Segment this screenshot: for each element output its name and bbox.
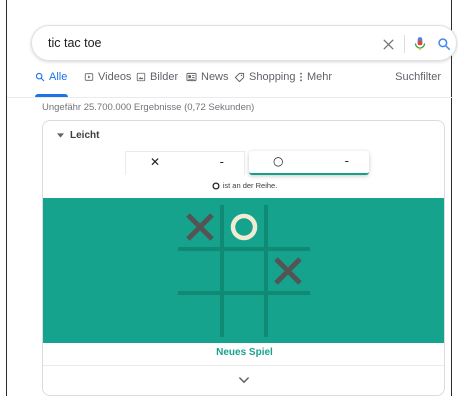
tag-icon (234, 72, 245, 83)
video-icon (84, 73, 94, 81)
board-cell-2-0[interactable] (178, 293, 222, 337)
board-cell-0-2[interactable] (266, 205, 310, 249)
tab-label: Bilder (150, 71, 179, 83)
new-game-button[interactable]: Neues Spiel (43, 347, 444, 358)
tab-mehr[interactable]: Mehr (299, 71, 332, 97)
player-x-symbol: ✕ (150, 155, 161, 169)
image-icon (136, 72, 146, 82)
player-o-symbol: ○ (273, 154, 284, 168)
search-tools-label: Suchfilter (395, 71, 441, 83)
clear-icon[interactable] (378, 34, 398, 54)
search-icon[interactable] (434, 34, 454, 54)
board-cell-0-1[interactable] (222, 205, 266, 249)
board-cell-2-1[interactable] (222, 293, 266, 337)
player-o-box: ○ - (249, 151, 369, 175)
turn-text: ist an der Reihe. (222, 181, 278, 190)
tab-label: Mehr (307, 71, 333, 83)
results-stats: Ungefähr 25.700.000 Ergebnisse (0,72 Sek… (42, 102, 255, 113)
board-cell-1-0[interactable] (178, 249, 222, 293)
card-divider (43, 365, 444, 366)
tic-tac-toe-card: Leicht ✕ - ○ - ist an der Reihe. Neues S… (42, 120, 445, 396)
tab-videos[interactable]: Videos (84, 71, 131, 97)
tabs-divider (7, 97, 453, 98)
difficulty-dropdown[interactable]: Leicht (57, 130, 99, 141)
tab-news[interactable]: News (186, 71, 229, 97)
board-cell-1-2[interactable] (266, 249, 310, 293)
tab-label: Videos (98, 71, 132, 83)
tab-bilder[interactable]: Bilder (136, 71, 178, 97)
microphone-icon[interactable] (410, 34, 430, 54)
search-input[interactable]: tic tac toe (48, 36, 102, 50)
board-cell-1-1[interactable] (222, 249, 266, 293)
tab-alle[interactable]: Alle (35, 71, 68, 97)
player-x-score: - (219, 155, 224, 169)
difficulty-label: Leicht (70, 130, 100, 141)
player-o-score: - (344, 154, 349, 168)
board-cell-2-2[interactable] (266, 293, 310, 337)
o-turn-icon (212, 181, 220, 190)
more-vertical-icon (300, 72, 302, 82)
tic-tac-toe-board[interactable] (178, 205, 310, 337)
tab-shopping[interactable]: Shopping (234, 71, 296, 97)
tab-label: Alle (49, 71, 68, 83)
caret-down-icon (57, 133, 64, 138)
game-board-area (43, 198, 444, 343)
tab-label: News (201, 71, 229, 83)
search-bar-divider (404, 35, 405, 53)
search-tabs: Alle Videos Bilder News Shopping Mehr Su… (7, 71, 453, 97)
browser-content-frame: tic tac toe Alle Videos Bilder News Shop… (6, 0, 457, 396)
board-cell-0-0[interactable] (178, 205, 222, 249)
news-icon (186, 72, 197, 82)
expand-chevron-icon[interactable] (236, 373, 252, 387)
tab-label: Shopping (249, 71, 296, 83)
search-bar[interactable]: tic tac toe (31, 25, 457, 61)
turn-indicator: ist an der Reihe. (43, 181, 444, 190)
player-x-box: ✕ - (125, 151, 245, 175)
search-icon (35, 72, 45, 82)
player-scoreboard: ✕ - ○ - (43, 151, 444, 177)
search-tools-button[interactable]: Suchfilter (395, 71, 441, 97)
